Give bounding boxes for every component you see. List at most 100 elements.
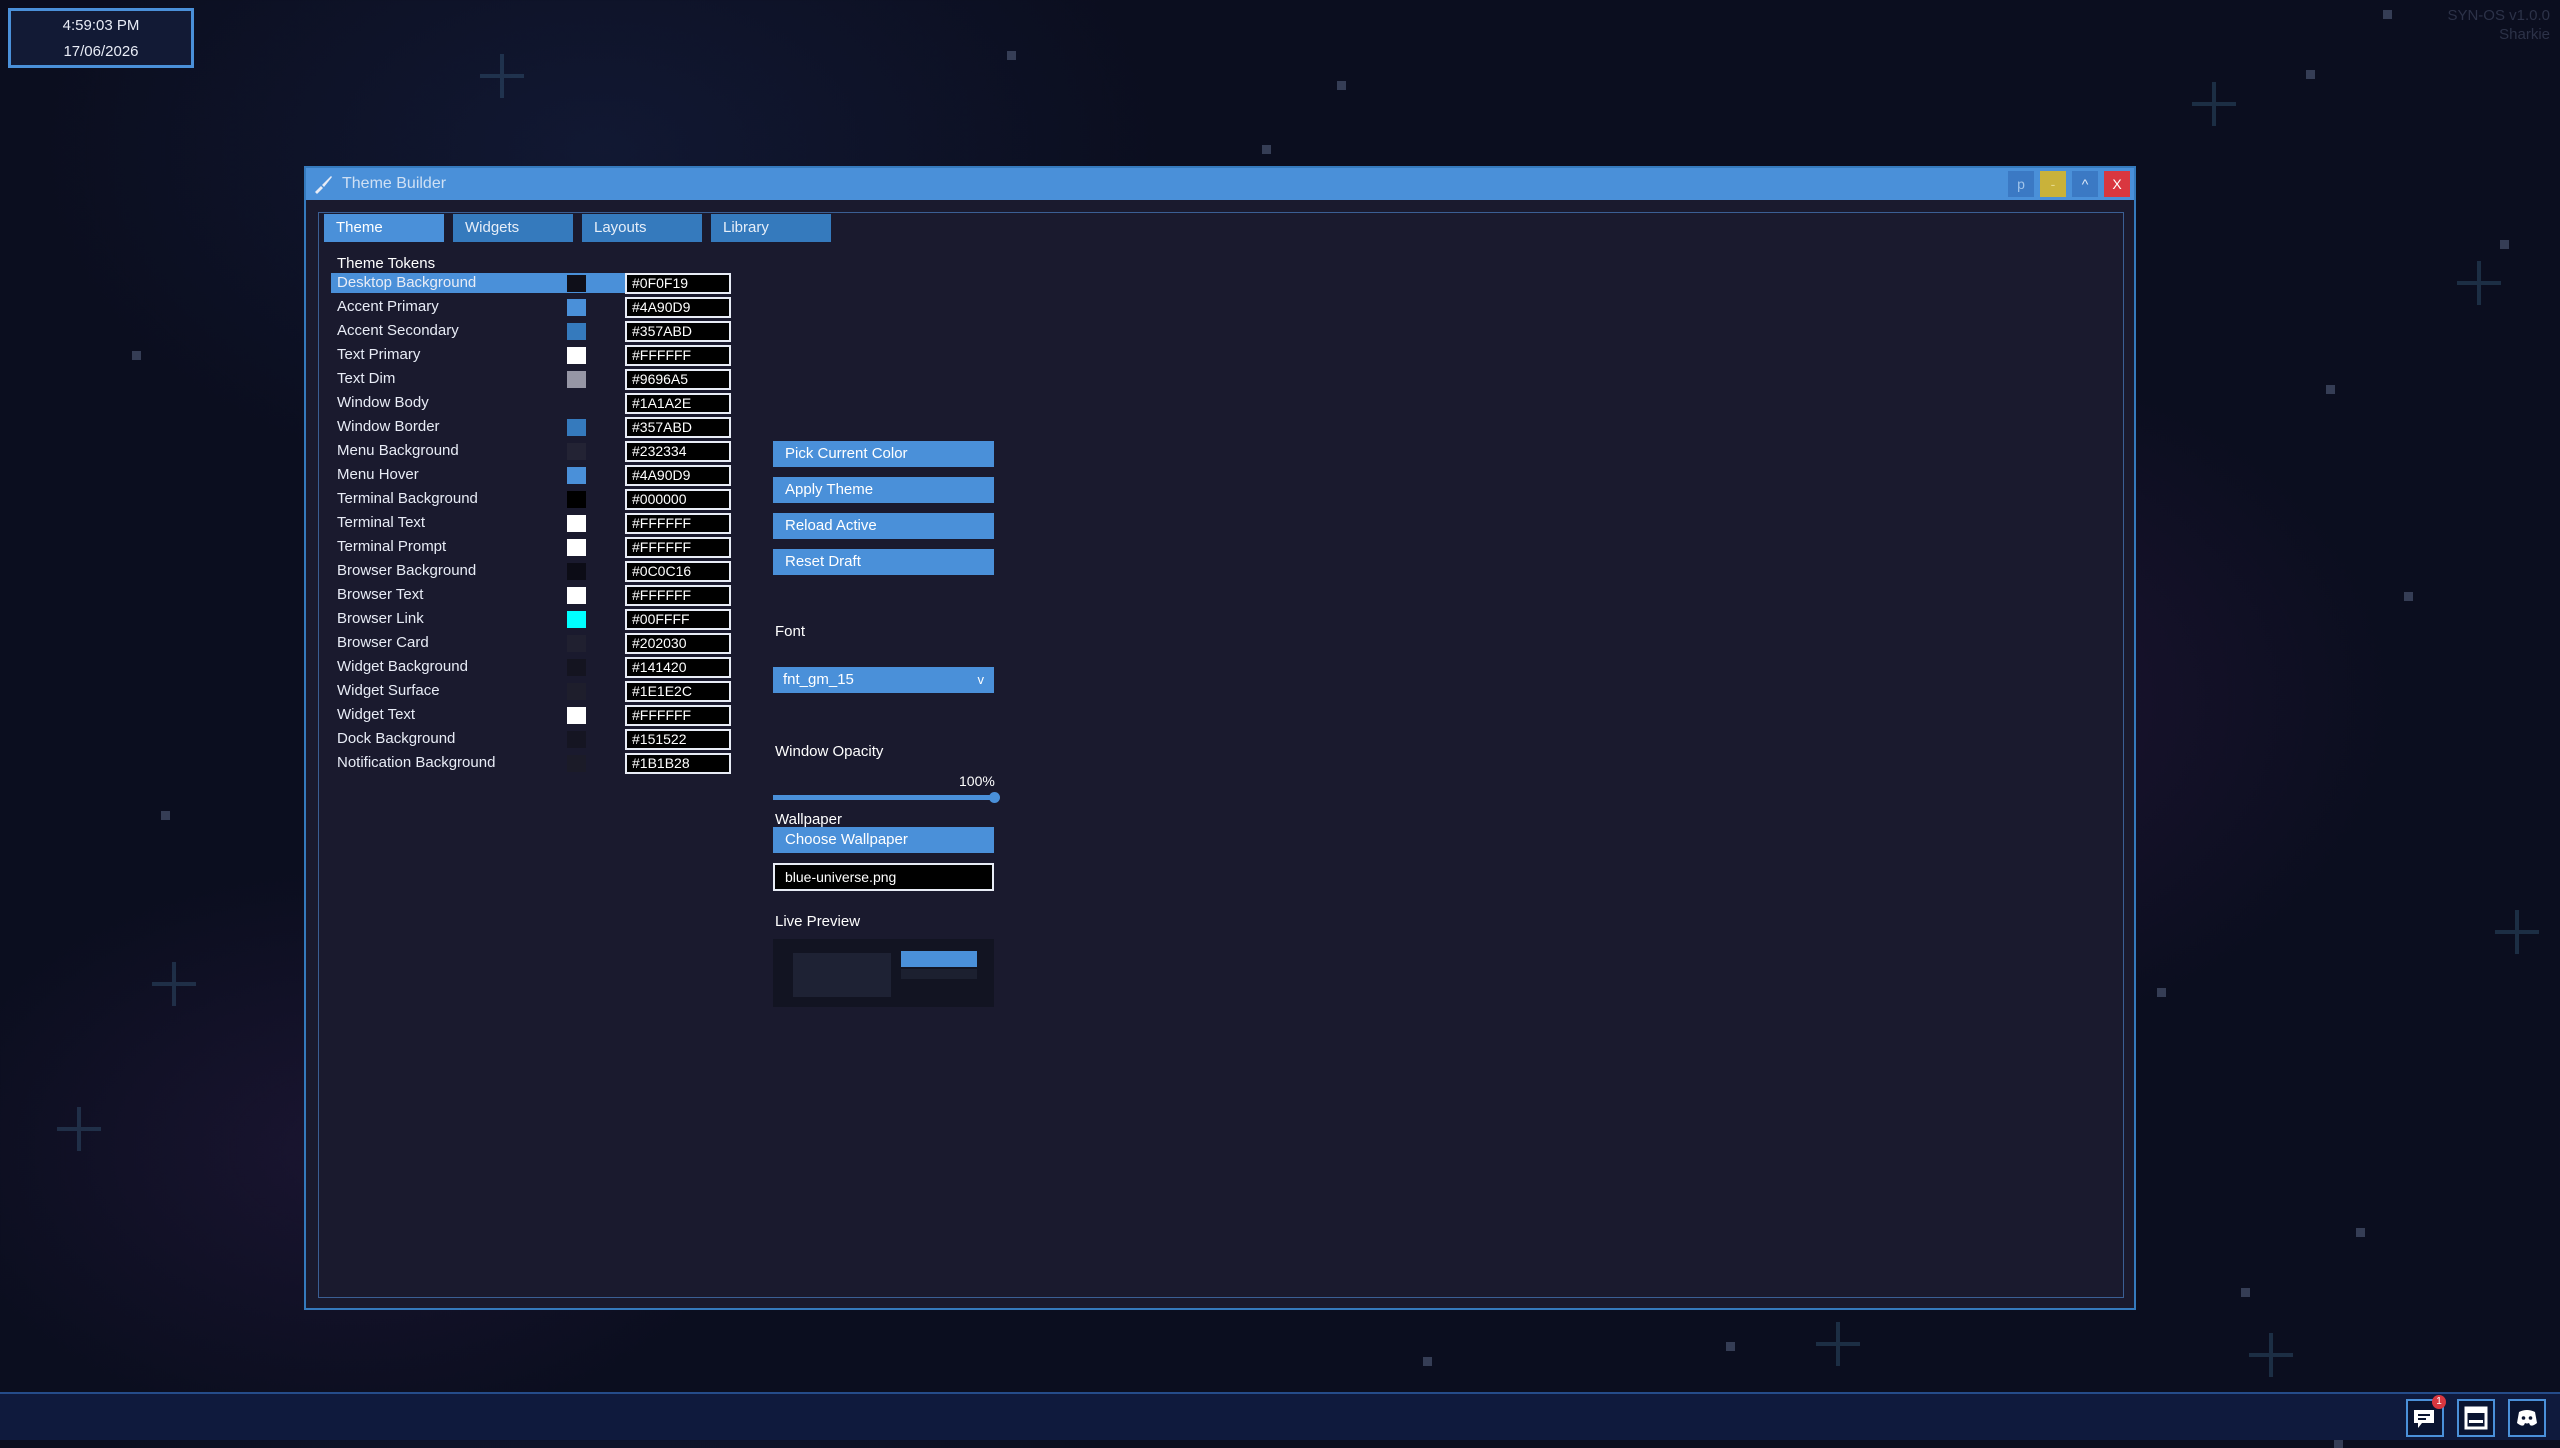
token-name: Terminal Background	[337, 490, 478, 507]
token-name: Browser Text	[337, 586, 424, 603]
token-color-swatch[interactable]	[567, 395, 586, 412]
token-row[interactable]: Desktop Background #0F0F19	[331, 273, 731, 297]
wallpaper-file-field[interactable]: blue-universe.png	[773, 863, 994, 891]
pick-current-color-button[interactable]: Pick Current Color	[773, 441, 994, 467]
token-row[interactable]: Widget Text #FFFFFF	[331, 705, 731, 729]
theme-tokens-heading: Theme Tokens	[337, 255, 436, 272]
token-color-swatch[interactable]	[567, 683, 586, 700]
token-color-swatch[interactable]	[567, 491, 586, 508]
pin-button[interactable]: p	[2008, 171, 2034, 197]
discord-icon[interactable]	[2508, 1399, 2546, 1437]
opacity-slider-handle[interactable]	[989, 792, 1000, 803]
chat-badge: 1	[2432, 1395, 2446, 1409]
tab-library[interactable]: Library	[711, 214, 831, 242]
token-row[interactable]: Menu Background #232334	[331, 441, 731, 465]
token-color-swatch[interactable]	[567, 443, 586, 460]
token-hex-input[interactable]: #00FFFF	[625, 609, 731, 630]
token-hex-input[interactable]: #FFFFFF	[625, 705, 731, 726]
token-row[interactable]: Browser Link #00FFFF	[331, 609, 731, 633]
token-color-swatch[interactable]	[567, 731, 586, 748]
live-preview-label: Live Preview	[775, 913, 861, 930]
token-color-swatch[interactable]	[567, 467, 586, 484]
token-color-swatch[interactable]	[567, 299, 586, 316]
token-name: Terminal Prompt	[337, 538, 447, 555]
window-content: Theme Widgets Layouts Library Theme Toke…	[318, 212, 2124, 1298]
choose-wallpaper-button[interactable]: Choose Wallpaper	[773, 827, 994, 853]
token-row[interactable]: Window Body #1A1A2E	[331, 393, 731, 417]
token-color-swatch[interactable]	[567, 659, 586, 676]
token-hex-input[interactable]: #1A1A2E	[625, 393, 731, 414]
clock-widget[interactable]: 4:59:03 PM 17/06/2026	[8, 8, 194, 68]
taskbar: 1	[0, 1392, 2560, 1440]
token-row[interactable]: Dock Background #151522	[331, 729, 731, 753]
token-row[interactable]: Accent Secondary #357ABD	[331, 321, 731, 345]
token-color-swatch[interactable]	[567, 371, 586, 388]
token-color-swatch[interactable]	[567, 635, 586, 652]
token-hex-input[interactable]: #4A90D9	[625, 465, 731, 486]
token-hex-input[interactable]: #4A90D9	[625, 297, 731, 318]
token-row[interactable]: Accent Primary #4A90D9	[331, 297, 731, 321]
chat-icon[interactable]: 1	[2406, 1395, 2446, 1437]
window-icon[interactable]	[2457, 1399, 2495, 1437]
token-hex-input[interactable]: #FFFFFF	[625, 345, 731, 366]
token-color-swatch[interactable]	[567, 275, 586, 292]
token-hex-input[interactable]: #151522	[625, 729, 731, 750]
token-hex-input[interactable]: #0F0F19	[625, 273, 731, 294]
token-hex-input[interactable]: #9696A5	[625, 369, 731, 390]
tab-theme[interactable]: Theme	[324, 214, 444, 242]
maximize-button[interactable]: ^	[2072, 171, 2098, 197]
apply-theme-button[interactable]: Apply Theme	[773, 477, 994, 503]
preview-window-body	[793, 953, 891, 997]
token-color-swatch[interactable]	[567, 707, 586, 724]
opacity-value: 100%	[959, 773, 995, 789]
minimize-button[interactable]: -	[2040, 171, 2066, 197]
token-hex-input[interactable]: #232334	[625, 441, 731, 462]
opacity-slider-fill	[773, 795, 994, 800]
token-row[interactable]: Text Dim #9696A5	[331, 369, 731, 393]
token-hex-input[interactable]: #1B1B28	[625, 753, 731, 774]
token-row[interactable]: Notification Background #1B1B28	[331, 753, 731, 777]
token-hex-input[interactable]: #202030	[625, 633, 731, 654]
token-row[interactable]: Browser Card #202030	[331, 633, 731, 657]
token-row[interactable]: Widget Background #141420	[331, 657, 731, 681]
token-name: Menu Background	[337, 442, 459, 459]
token-row[interactable]: Terminal Background #000000	[331, 489, 731, 513]
token-row[interactable]: Browser Background #0C0C16	[331, 561, 731, 585]
token-name: Window Body	[337, 394, 429, 411]
token-row[interactable]: Widget Surface #1E1E2C	[331, 681, 731, 705]
token-row[interactable]: Terminal Prompt #FFFFFF	[331, 537, 731, 561]
token-hex-input[interactable]: #000000	[625, 489, 731, 510]
opacity-slider[interactable]	[773, 792, 1000, 803]
reload-active-button[interactable]: Reload Active	[773, 513, 994, 539]
token-hex-input[interactable]: #1E1E2C	[625, 681, 731, 702]
token-color-swatch[interactable]	[567, 563, 586, 580]
token-color-swatch[interactable]	[567, 323, 586, 340]
token-row[interactable]: Text Primary #FFFFFF	[331, 345, 731, 369]
token-row[interactable]: Menu Hover #4A90D9	[331, 465, 731, 489]
token-hex-input[interactable]: #FFFFFF	[625, 513, 731, 534]
discord-glyph	[2517, 1410, 2537, 1426]
token-hex-input[interactable]: #357ABD	[625, 321, 731, 342]
token-color-swatch[interactable]	[567, 515, 586, 532]
token-color-swatch[interactable]	[567, 587, 586, 604]
token-color-swatch[interactable]	[567, 419, 586, 436]
close-button[interactable]: X	[2104, 171, 2130, 197]
font-dropdown[interactable]: fnt_gm_15 v	[773, 667, 994, 693]
token-hex-input[interactable]: #141420	[625, 657, 731, 678]
token-row[interactable]: Window Border #357ABD	[331, 417, 731, 441]
token-hex-input[interactable]: #FFFFFF	[625, 537, 731, 558]
token-row[interactable]: Browser Text #FFFFFF	[331, 585, 731, 609]
token-color-swatch[interactable]	[567, 611, 586, 628]
window-titlebar[interactable]: Theme Builder p - ^ X	[306, 168, 2134, 200]
tab-layouts[interactable]: Layouts	[582, 214, 702, 242]
token-color-swatch[interactable]	[567, 539, 586, 556]
token-color-swatch[interactable]	[567, 755, 586, 772]
token-hex-input[interactable]: #0C0C16	[625, 561, 731, 582]
token-color-swatch[interactable]	[567, 347, 586, 364]
token-hex-input[interactable]: #FFFFFF	[625, 585, 731, 606]
clock-time: 4:59:03 PM	[62, 17, 140, 34]
token-row[interactable]: Terminal Text #FFFFFF	[331, 513, 731, 537]
token-hex-input[interactable]: #357ABD	[625, 417, 731, 438]
tab-widgets[interactable]: Widgets	[453, 214, 573, 242]
reset-draft-button[interactable]: Reset Draft	[773, 549, 994, 575]
